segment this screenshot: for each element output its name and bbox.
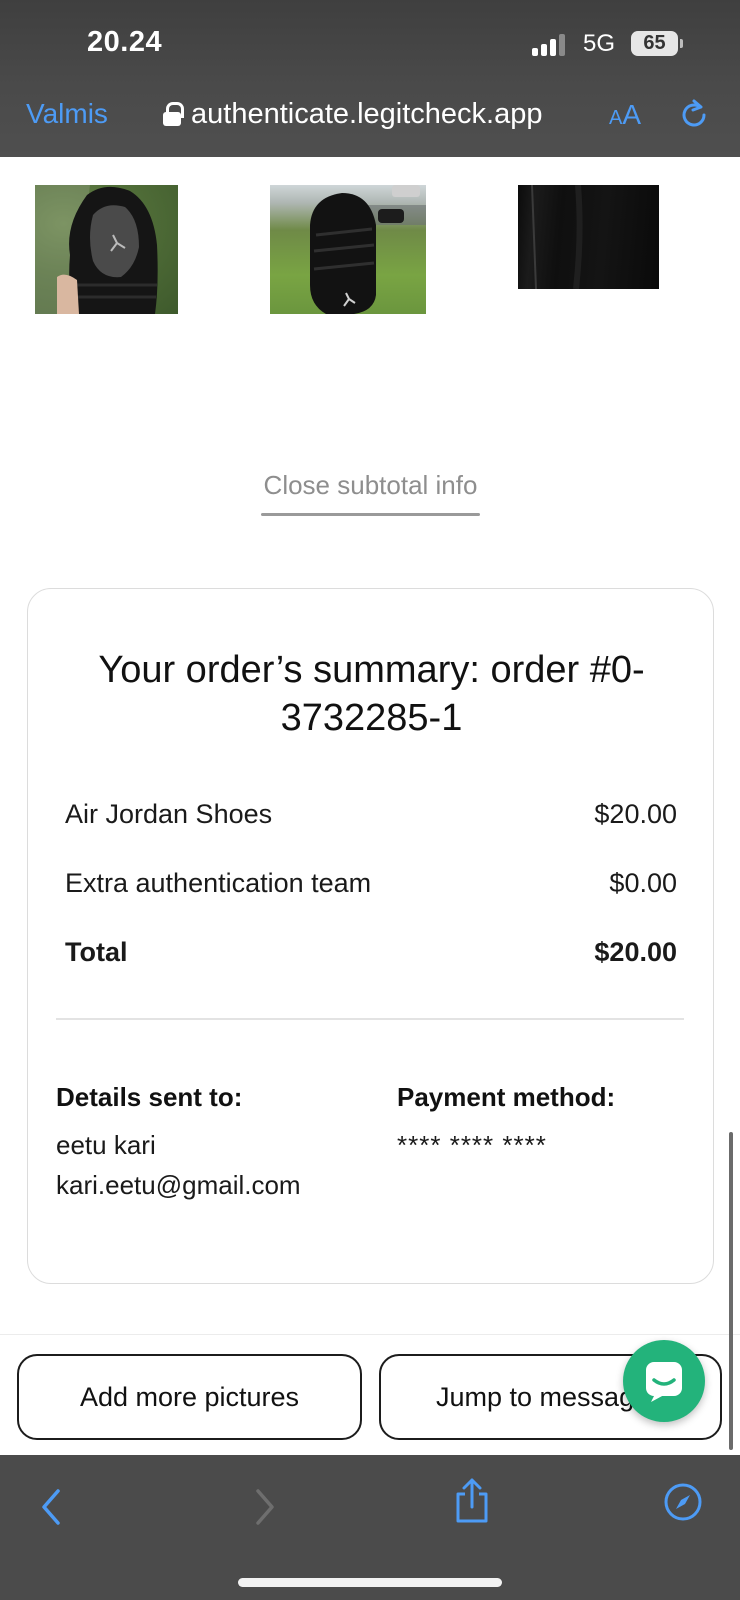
- order-summary-title: Your order’s summary: order #0-3732285-1: [98, 649, 645, 739]
- url-text: authenticate.legitcheck.app: [191, 97, 543, 130]
- shoe-sole-image: [35, 185, 158, 314]
- share-icon[interactable]: [452, 1477, 492, 1525]
- line-item-label: Air Jordan Shoes: [65, 799, 273, 829]
- add-more-pictures-button[interactable]: Add more pictures: [17, 1354, 362, 1440]
- forward-arrow-icon[interactable]: [250, 1485, 280, 1529]
- chat-icon: [646, 1362, 682, 1402]
- lock-icon: [163, 102, 184, 126]
- text-size-large-glyph: A: [622, 99, 642, 130]
- home-indicator: [238, 1578, 502, 1587]
- total-price: $20.00: [594, 937, 677, 967]
- network-type: 5G: [583, 30, 616, 57]
- uploaded-photo-1[interactable]: [35, 185, 178, 314]
- back-arrow-icon[interactable]: [36, 1485, 66, 1529]
- details-heading: Details sent to:: [56, 1082, 243, 1112]
- close-subtotal-link[interactable]: Close subtotal info: [261, 470, 480, 501]
- line-item-price: $0.00: [609, 868, 677, 898]
- close-subtotal-underline: [261, 513, 480, 516]
- payment-card-masked: **** **** ****: [397, 1130, 547, 1160]
- details-name: eetu kari: [56, 1130, 156, 1160]
- address-bar[interactable]: authenticate.legitcheck.app: [163, 96, 542, 132]
- uploaded-photo-3[interactable]: [518, 185, 659, 289]
- total-row: Total $20.00: [65, 937, 677, 968]
- compass-icon[interactable]: [662, 1481, 704, 1523]
- scrollbar[interactable]: [729, 1132, 733, 1450]
- text-size-small-glyph: A: [609, 107, 623, 129]
- payment-heading: Payment method:: [397, 1082, 616, 1112]
- battery-tip: [680, 39, 683, 48]
- total-label: Total: [65, 937, 128, 967]
- chat-button[interactable]: [623, 1340, 705, 1422]
- line-item-label: Extra authentication team: [65, 868, 372, 898]
- browser-top-bar: 20.24 5G 65 Valmis authenticate.legitche…: [0, 0, 740, 157]
- details-email: kari.eetu@gmail.com: [56, 1170, 301, 1200]
- payment-method: Payment method: **** **** ****: [397, 1082, 615, 1165]
- line-item: Extra authentication team $0.00: [65, 868, 677, 899]
- uploaded-photo-2[interactable]: [270, 185, 426, 314]
- summary-divider: [56, 1018, 684, 1020]
- signal-icon: [532, 34, 572, 56]
- line-item: Air Jordan Shoes $20.00: [65, 799, 677, 830]
- status-time: 20.24: [87, 26, 163, 58]
- text-size-button[interactable]: AA: [609, 99, 641, 131]
- details-sent-to: Details sent to: eetu kari kari.eetu@gma…: [56, 1082, 301, 1205]
- battery-icon: 65: [631, 31, 678, 56]
- done-button[interactable]: Valmis: [26, 98, 108, 130]
- reload-icon[interactable]: [677, 97, 711, 133]
- line-item-price: $20.00: [594, 799, 677, 829]
- order-summary-card: Your order’s summary: order #0-3732285-1…: [27, 588, 714, 1284]
- shoe-sole-outdoor-image: [310, 185, 426, 314]
- dark-close-up-image: [531, 185, 583, 289]
